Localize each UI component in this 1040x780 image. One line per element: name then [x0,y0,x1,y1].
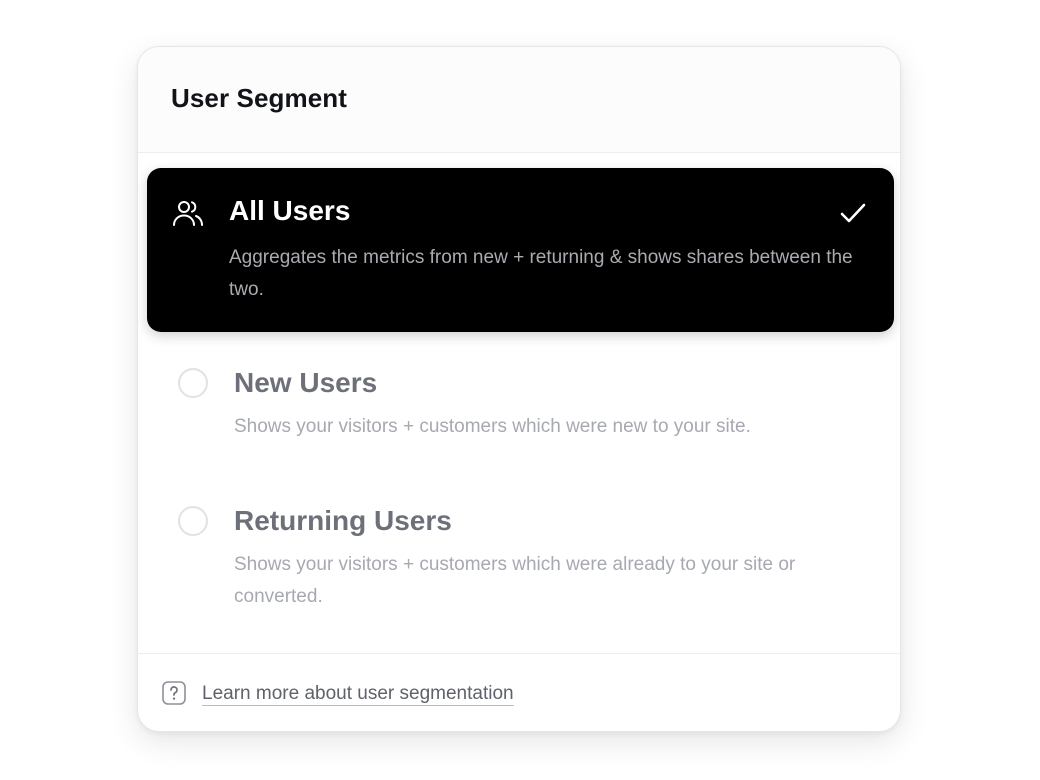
option-title: Returning Users [234,505,452,536]
radio-button[interactable] [178,368,208,398]
option-description: Aggregates the metrics from new + return… [229,247,853,300]
option-title: New Users [234,367,378,398]
option-all-users[interactable]: All Users Aggregates the metrics from ne… [147,168,894,332]
card-footer: Learn more about user segmentation [138,653,900,731]
option-description: Shows your visitors + customers which we… [234,554,796,607]
radio-button[interactable] [178,506,208,536]
users-icon [172,197,204,229]
card-header: User Segment [138,47,900,153]
question-mark-icon [162,681,186,705]
option-title: All Users [229,195,351,226]
user-segment-card: User Segment All Users Aggregates the me… [137,46,901,732]
checkmark-icon [838,198,868,228]
card-title: User Segment [171,83,348,113]
option-returning-users[interactable]: Returning Users Shows your visitors + cu… [138,491,900,641]
option-new-users[interactable]: New Users Shows your visitors + customer… [138,353,900,473]
option-description: Shows your visitors + customers which we… [234,416,751,437]
learn-more-link[interactable]: Learn more about user segmentation [202,682,514,706]
